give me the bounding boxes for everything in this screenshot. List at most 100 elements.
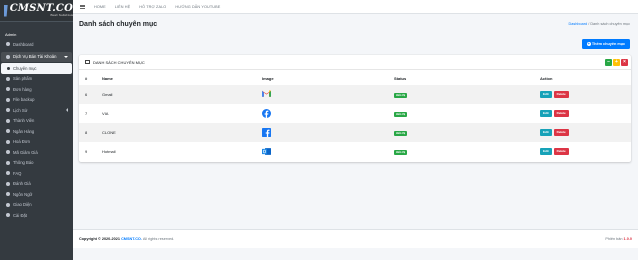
- users-icon: [6, 118, 10, 123]
- delete-button[interactable]: Delete: [553, 148, 569, 155]
- breadcrumb-current: Danh sách chuyên mục: [590, 22, 630, 26]
- gmail-icon: [262, 90, 271, 99]
- cell-image: [256, 123, 388, 142]
- sidebar-item-label: Dashboard: [13, 41, 34, 47]
- sidebar-item-question[interactable]: FAQ: [0, 168, 73, 179]
- nav-link-home[interactable]: HOME: [94, 5, 106, 9]
- sidebar-item-label: Chuyên mục: [13, 65, 37, 71]
- edit-button[interactable]: Edit: [540, 129, 552, 136]
- cell-action: Edit Delete: [534, 104, 631, 123]
- sidebar-item-orders[interactable]: Đơn hàng: [0, 84, 73, 95]
- cell-action: Edit Delete: [534, 142, 631, 161]
- dot-icon: [7, 66, 10, 70]
- action-buttons: Edit Delete: [540, 129, 569, 136]
- action-buttons: Edit Delete: [540, 110, 569, 117]
- sidebar-item-bell[interactable]: Thông Báo: [0, 158, 73, 169]
- sidebar-item-label: Hoá Đơn: [13, 139, 30, 145]
- column-header-id: #: [85, 76, 88, 81]
- sidebar-nav: Dashboard Dịch Vụ Bán Tài Khoản Chuyên mục…: [0, 39, 73, 221]
- sidebar: CMSNT.CO Best Solution Admin Dashboard Dị…: [0, 0, 73, 260]
- copyright-suffix: All rights reserved.: [142, 237, 175, 241]
- cell-action: Edit Delete: [534, 123, 631, 142]
- footer-brand-link[interactable]: CMSNT.CO.: [121, 237, 142, 241]
- breadcrumb-dashboard-link[interactable]: Dashboard: [569, 22, 588, 26]
- edit-button[interactable]: Edit: [540, 110, 552, 117]
- chevron-left-icon: [66, 108, 68, 113]
- sidebar-item-label: Thông Báo: [13, 160, 34, 166]
- sidebar-item-coupon[interactable]: Mã Giảm Giá: [0, 147, 73, 158]
- breadcrumb: Dashboard / Danh sách chuyên mục: [569, 22, 630, 26]
- version-label: Phiên bản: [605, 237, 623, 241]
- edit-button[interactable]: Edit: [540, 148, 552, 155]
- sidebar-item-label: Lịch Sử: [13, 107, 28, 113]
- cell-name: Hotmail: [102, 149, 116, 154]
- outlook-icon: [262, 147, 271, 156]
- cell-name: CLONE: [96, 123, 256, 142]
- sidebar-item-bank[interactable]: Ngân Hàng: [0, 126, 73, 137]
- delete-button[interactable]: Delete: [553, 129, 569, 136]
- maximize-icon[interactable]: +: [613, 59, 620, 66]
- hamburger-menu-icon[interactable]: [80, 4, 85, 9]
- sidebar-item-language[interactable]: Ngôn Ngữ: [0, 189, 73, 200]
- brand-logo[interactable]: CMSNT.CO Best Solution: [0, 0, 73, 22]
- copyright-prefix: Copyright © 2020-2021: [79, 237, 120, 241]
- edit-button[interactable]: Edit: [540, 91, 552, 98]
- sidebar-item-box[interactable]: Sản phẩm: [0, 74, 73, 85]
- question-icon: [6, 171, 10, 176]
- orders-icon: [6, 87, 10, 92]
- status-badge: Hiển thị: [394, 111, 408, 117]
- sidebar-item-dashboard[interactable]: Dashboard: [0, 39, 73, 50]
- cell-action: Edit Delete: [534, 85, 631, 104]
- page-title: Danh sách chuyên mục: [79, 21, 158, 28]
- invoice-icon: [6, 139, 10, 144]
- sidebar-item-users[interactable]: Thành Viên: [0, 116, 73, 127]
- coupon-icon: [6, 150, 10, 155]
- cell-status: Hiển thị: [388, 123, 534, 142]
- sidebar-item-label: Ngân Hàng: [13, 128, 35, 134]
- sidebar-item-cart[interactable]: Dịch Vụ Bán Tài Khoản: [1, 51, 72, 62]
- cell-image: [256, 142, 388, 161]
- delete-button[interactable]: Delete: [553, 110, 569, 117]
- cell-id: 8: [79, 123, 96, 142]
- cell-image: [256, 85, 388, 104]
- chevron-down-icon: [64, 55, 68, 58]
- sidebar-item-label: Sản phẩm: [13, 76, 33, 82]
- cell-status: Hiển thị: [388, 104, 534, 123]
- sidebar-item-dot[interactable]: Chuyên mục: [1, 63, 72, 74]
- delete-button[interactable]: Delete: [553, 91, 569, 98]
- table-row: 8 CLONE Hiển thị Edit Delete: [79, 123, 631, 142]
- add-category-button[interactable]: + Thêm chuyên mục: [582, 39, 630, 49]
- sidebar-item-history[interactable]: Lịch Sử: [0, 105, 73, 116]
- facebook-square-icon: [262, 128, 271, 137]
- category-table: # Name Image Status Action 6 Gmail Hiển th…: [79, 72, 631, 161]
- nav-link-zalo[interactable]: HỖ TRỢ ZALO: [139, 5, 166, 9]
- sidebar-item-gear[interactable]: Cài Đặt: [0, 210, 73, 221]
- dashboard-icon: [6, 42, 10, 47]
- sidebar-item-label: Đơn hàng: [13, 86, 32, 92]
- sidebar-item-star[interactable]: Đánh Giá: [0, 179, 73, 190]
- file-icon: [6, 97, 10, 102]
- theme-icon: [6, 202, 10, 207]
- sidebar-item-file[interactable]: File backup: [0, 95, 73, 106]
- sidebar-item-label: Ngôn Ngữ: [13, 191, 33, 197]
- language-icon: [6, 192, 10, 197]
- footer: Copyright © 2020-2021 CMSNT.CO. All righ…: [73, 229, 638, 248]
- bell-icon: [6, 160, 10, 165]
- nav-link-youtube[interactable]: HƯỚNG DẪN YOUTUBE: [175, 5, 220, 9]
- facebook-icon: [262, 109, 271, 118]
- plus-circle-icon: +: [586, 41, 591, 46]
- card-header: DANH SÁCH CHUYÊN MỤC: [79, 55, 631, 70]
- cart-icon: [6, 54, 10, 59]
- sidebar-item-label: File backup: [13, 97, 35, 103]
- version-number: 1.0.0: [623, 237, 632, 241]
- sidebar-item-label: Mã Giảm Giá: [13, 149, 38, 155]
- cell-id: 6: [79, 85, 96, 104]
- nav-link-contact[interactable]: LIÊN HỆ: [115, 5, 130, 9]
- sidebar-item-invoice[interactable]: Hoá Đơn: [0, 137, 73, 148]
- table-header-row: # Name Image Status Action: [79, 72, 631, 85]
- gear-icon: [6, 213, 10, 218]
- cell-status: Hiển thị: [388, 85, 534, 104]
- collapse-icon[interactable]: –: [605, 59, 612, 66]
- close-icon[interactable]: ×: [621, 59, 628, 66]
- sidebar-item-theme[interactable]: Giao Diện: [0, 200, 73, 211]
